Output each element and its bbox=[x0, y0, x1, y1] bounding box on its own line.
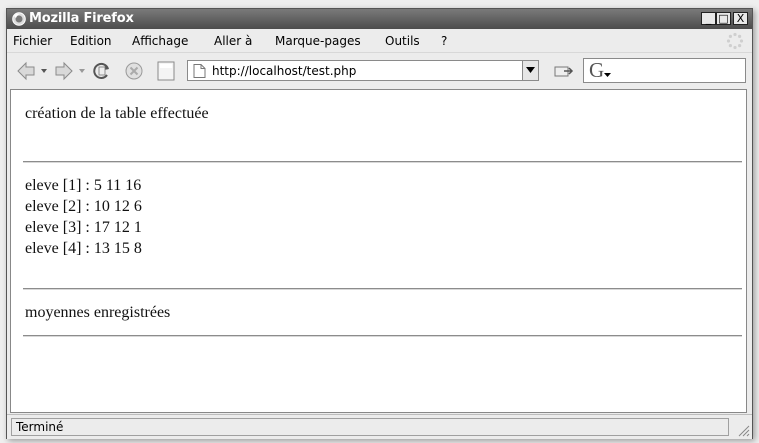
window-frame: Mozilla Firefox _ □ X Fichier Edition Af… bbox=[6, 8, 753, 439]
title-bar[interactable]: Mozilla Firefox _ □ X bbox=[7, 9, 752, 29]
menu-outils[interactable]: Outils bbox=[385, 34, 420, 48]
eleve-line: eleve [2] : 10 12 6 bbox=[25, 198, 142, 215]
stop-icon[interactable] bbox=[124, 61, 144, 81]
menu-aller-a[interactable]: Aller à bbox=[214, 34, 252, 48]
horizontal-rule bbox=[23, 161, 742, 163]
chevron-down-icon bbox=[526, 67, 535, 73]
forward-icon[interactable] bbox=[53, 60, 75, 82]
moyennes-message: moyennes enregistrées bbox=[25, 304, 171, 321]
url-text[interactable]: http://localhost/test.php bbox=[212, 64, 356, 78]
horizontal-rule bbox=[23, 335, 742, 337]
browser-window: Mozilla Firefox _ □ X Fichier Edition Af… bbox=[0, 0, 759, 443]
minimize-button[interactable]: _ bbox=[701, 12, 716, 25]
throbber-icon bbox=[726, 32, 744, 50]
back-icon[interactable] bbox=[15, 60, 37, 82]
search-dropdown-icon bbox=[604, 73, 611, 77]
go-icon[interactable] bbox=[554, 63, 574, 79]
eleve-line: eleve [4] : 13 15 8 bbox=[25, 240, 142, 257]
firefox-icon bbox=[12, 12, 26, 26]
menu-aide[interactable]: ? bbox=[441, 34, 447, 48]
menu-affichage[interactable]: Affichage bbox=[132, 34, 188, 48]
menu-fichier[interactable]: Fichier bbox=[13, 34, 52, 48]
url-bar[interactable]: http://localhost/test.php bbox=[187, 60, 530, 81]
navigation-toolbar: http://localhost/test.php G bbox=[7, 52, 752, 89]
window-title: Mozilla Firefox bbox=[29, 11, 134, 26]
menu-marque-pages[interactable]: Marque-pages bbox=[275, 34, 361, 48]
status-bar: Terminé bbox=[7, 414, 752, 439]
status-text: Terminé bbox=[16, 420, 64, 434]
back-dropdown-icon[interactable] bbox=[40, 67, 48, 75]
maximize-button[interactable]: □ bbox=[716, 12, 731, 25]
reload-icon[interactable] bbox=[91, 60, 113, 82]
horizontal-rule bbox=[23, 288, 742, 290]
home-icon[interactable] bbox=[156, 61, 176, 81]
close-button[interactable]: X bbox=[733, 12, 748, 25]
eleve-line: eleve [3] : 17 12 1 bbox=[25, 219, 142, 236]
page-icon bbox=[193, 64, 206, 78]
url-dropdown-button[interactable] bbox=[522, 60, 539, 81]
google-icon: G bbox=[589, 58, 605, 82]
resize-grip-icon[interactable] bbox=[736, 423, 750, 437]
search-box[interactable]: G bbox=[583, 58, 746, 83]
menu-edition[interactable]: Edition bbox=[70, 34, 112, 48]
status-panel: Terminé bbox=[11, 418, 729, 436]
eleve-line: eleve [1] : 5 11 16 bbox=[25, 177, 142, 194]
menu-bar: Fichier Edition Affichage Aller à Marque… bbox=[7, 30, 752, 52]
creation-message: création de la table effectuée bbox=[25, 105, 209, 122]
search-engine-selector[interactable]: G bbox=[587, 58, 613, 82]
page-content: création de la table effectuée eleve [1]… bbox=[10, 89, 747, 413]
forward-dropdown-icon[interactable] bbox=[78, 67, 86, 75]
